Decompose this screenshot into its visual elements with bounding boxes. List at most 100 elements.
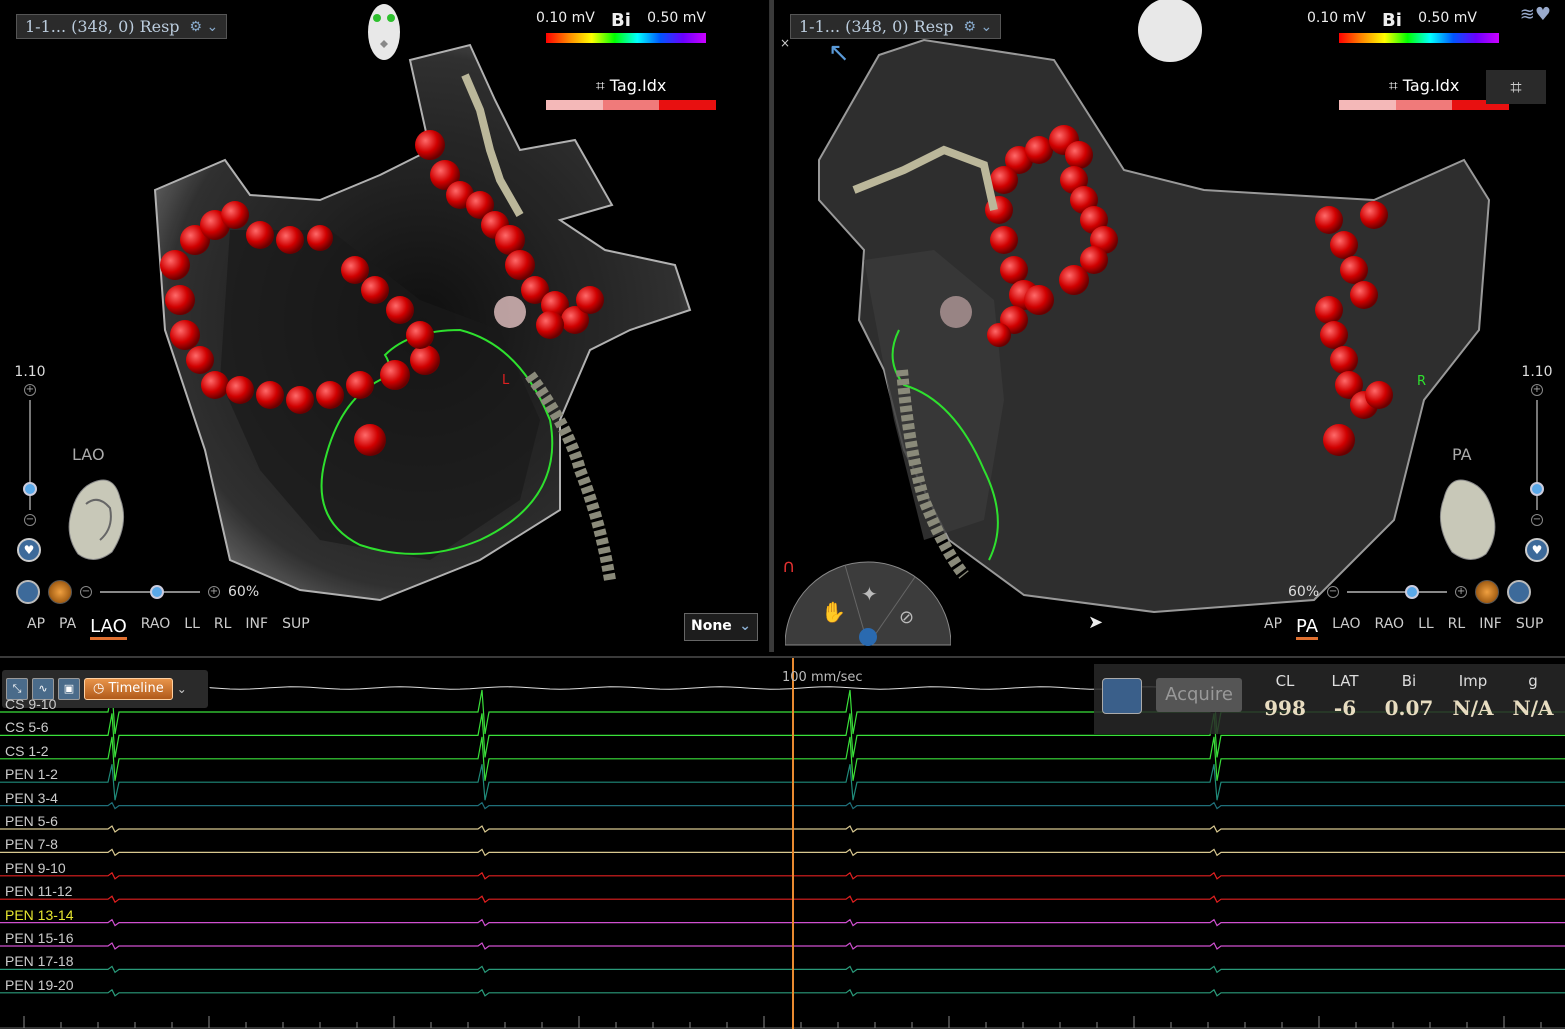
readout-lat: LAT -6 bbox=[1315, 672, 1375, 720]
view-btn-ap[interactable]: AP bbox=[1264, 616, 1282, 640]
filter-icon[interactable] bbox=[859, 628, 877, 646]
zoom-control[interactable]: 1.10 + − bbox=[10, 364, 50, 530]
timeline-button[interactable]: ◷ Timeline bbox=[84, 678, 173, 700]
compass-icon[interactable] bbox=[1102, 678, 1142, 714]
view-btn-lao[interactable]: LAO bbox=[1332, 616, 1360, 640]
coloring-select[interactable]: None ⌄ bbox=[684, 613, 758, 641]
patient-orientation-icon bbox=[1138, 0, 1202, 62]
heart-view-icon[interactable]: ♥ bbox=[17, 538, 41, 562]
zoom-slider-knob[interactable] bbox=[23, 482, 37, 496]
heart-view-icon[interactable]: ♥ bbox=[1525, 538, 1549, 562]
view-buttons[interactable]: AP PA LAO RAO LL RL INF SUP bbox=[1264, 616, 1543, 640]
chevron-down-icon: ⚙ ⌄ bbox=[189, 18, 219, 35]
channel-trace bbox=[0, 988, 1565, 997]
view-btn-pa[interactable]: PA bbox=[59, 616, 76, 640]
surface-mode-icon[interactable] bbox=[48, 580, 72, 604]
view-btn-rao[interactable]: RAO bbox=[141, 616, 171, 640]
erase-tool-icon[interactable]: ⊘ bbox=[899, 607, 914, 628]
opacity-control[interactable]: − + 60% bbox=[16, 580, 259, 604]
readout-cl-value: 998 bbox=[1264, 696, 1306, 720]
tool-wheel[interactable]: ✋ ✦ ⊘ bbox=[785, 557, 951, 647]
zoom-in-icon[interactable]: + bbox=[24, 384, 36, 396]
view-btn-sup[interactable]: SUP bbox=[1516, 616, 1544, 640]
zoom-out-icon[interactable]: − bbox=[24, 514, 36, 526]
ecg-panel[interactable]: ⤡ ∿ ▣ ◷ Timeline ⌄ 100 mm/sec CS 9-10 CS … bbox=[0, 656, 1565, 1029]
opacity-decrease-icon[interactable]: − bbox=[1327, 586, 1340, 598]
readout-imp-value: N/A bbox=[1452, 696, 1494, 720]
view-btn-sup[interactable]: SUP bbox=[282, 616, 310, 640]
channel-label[interactable]: PEN 19-20 bbox=[5, 977, 73, 993]
point-readout-panel[interactable]: Acquire CL 998 LAT -6 Bi 0.07 Imp N/A g N/A bbox=[1094, 664, 1565, 734]
channel-label[interactable]: PEN 13-14 bbox=[5, 907, 73, 923]
view-btn-ll[interactable]: LL bbox=[184, 616, 200, 640]
grid-tool-icon[interactable]: ⌗ bbox=[1486, 70, 1546, 104]
time-cursor[interactable] bbox=[792, 658, 794, 1029]
tag-index-legend[interactable]: ⌗ Tag.Idx bbox=[546, 76, 717, 110]
channel-label[interactable]: PEN 1-2 bbox=[5, 766, 58, 782]
view-btn-pa[interactable]: PA bbox=[1296, 616, 1319, 640]
compass-tool-icon[interactable] bbox=[16, 580, 40, 604]
view-btn-inf[interactable]: INF bbox=[1479, 616, 1502, 640]
channel-trace bbox=[0, 965, 1565, 974]
channel-label[interactable]: PEN 17-18 bbox=[5, 953, 73, 969]
opacity-slider-knob[interactable] bbox=[150, 585, 164, 599]
view-btn-ll[interactable]: LL bbox=[1418, 616, 1434, 640]
zoom-slider-knob[interactable] bbox=[1530, 482, 1544, 496]
opacity-control[interactable]: 60% − + bbox=[1288, 580, 1532, 604]
channel-label[interactable]: CS 1-2 bbox=[5, 743, 49, 759]
channel-label[interactable]: PEN 7-8 bbox=[5, 836, 58, 852]
settings-icon[interactable]: ≋♥ bbox=[1520, 4, 1551, 25]
zoom-control[interactable]: 1.10 + − bbox=[1517, 364, 1557, 530]
channel-label[interactable]: PEN 3-4 bbox=[5, 790, 58, 806]
compass-tool-icon[interactable] bbox=[1507, 580, 1532, 604]
channel-label[interactable]: PEN 5-6 bbox=[5, 813, 58, 829]
patient-orientation-icon bbox=[368, 4, 400, 60]
surface-mode-icon[interactable] bbox=[1475, 580, 1500, 604]
channel-label[interactable]: CS 5-6 bbox=[5, 719, 49, 735]
save-icon[interactable]: ▣ bbox=[58, 678, 80, 700]
scale-max-label: 0.50 mV bbox=[1418, 10, 1477, 26]
magic-wand-icon[interactable]: ✦ bbox=[861, 582, 878, 606]
acquire-button[interactable]: Acquire bbox=[1156, 678, 1242, 712]
zoom-slider[interactable] bbox=[1530, 400, 1544, 510]
opacity-slider[interactable] bbox=[1347, 585, 1448, 599]
view-btn-lao[interactable]: LAO bbox=[90, 616, 127, 640]
voltage-scale-bar[interactable]: 0.10 mV Bi 0.50 mV bbox=[1307, 10, 1499, 43]
orientation-label: LAO bbox=[72, 445, 105, 464]
voltage-scale-bar[interactable]: 0.10 mV Bi 0.50 mV bbox=[536, 10, 706, 43]
view-btn-ap[interactable]: AP bbox=[27, 616, 45, 640]
opacity-decrease-icon[interactable]: − bbox=[80, 586, 92, 598]
chevron-down-icon: ⚙ ⌄ bbox=[963, 18, 993, 35]
view-btn-rl[interactable]: RL bbox=[1448, 616, 1466, 640]
dataset-selector[interactable]: 1-1... (348, 0) Resp ⚙ ⌄ bbox=[16, 14, 228, 39]
view-btn-rao[interactable]: RAO bbox=[1375, 616, 1405, 640]
right-3d-view[interactable]: R × ↖ 1-1... (348, 0) Resp ⚙ ⌄ 0.10 mV B… bbox=[774, 0, 1565, 652]
opacity-increase-icon[interactable]: + bbox=[208, 586, 220, 598]
channel-trace bbox=[0, 918, 1565, 927]
chevron-down-icon[interactable]: ⌄ bbox=[177, 682, 187, 696]
view-btn-rl[interactable]: RL bbox=[214, 616, 232, 640]
channel-label[interactable]: PEN 15-16 bbox=[5, 930, 73, 946]
left-3d-view[interactable]: L 1-1... (348, 0) Resp ⚙ ⌄ 0.10 mV Bi 0.… bbox=[0, 0, 770, 652]
tag-icon: ⌗ bbox=[1388, 76, 1398, 95]
zoom-in-icon[interactable]: + bbox=[1531, 384, 1543, 396]
dataset-selector[interactable]: 1-1... (348, 0) Resp ⚙ ⌄ bbox=[790, 14, 1002, 39]
close-icon[interactable]: × bbox=[780, 36, 790, 50]
channel-label[interactable]: CS 9-10 bbox=[5, 696, 56, 712]
readout-cl: CL 998 bbox=[1255, 672, 1315, 720]
view-buttons[interactable]: AP PA LAO RAO LL RL INF SUP bbox=[27, 616, 310, 640]
tag-index-label: Tag.Idx bbox=[1402, 76, 1460, 95]
zoom-out-icon[interactable]: − bbox=[1531, 514, 1543, 526]
channel-label[interactable]: PEN 9-10 bbox=[5, 860, 66, 876]
channel-label[interactable]: PEN 11-12 bbox=[5, 883, 72, 899]
opacity-slider[interactable] bbox=[100, 585, 200, 599]
add-point-icon[interactable]: ✋ bbox=[821, 600, 846, 624]
tag-index-legend[interactable]: ⌗ Tag.Idx bbox=[1339, 76, 1510, 110]
scale-type-label: Bi bbox=[1382, 10, 1402, 31]
scale-type-label: Bi bbox=[611, 10, 631, 31]
opacity-increase-icon[interactable]: + bbox=[1455, 586, 1468, 598]
readout-cl-header: CL bbox=[1275, 672, 1295, 690]
view-btn-inf[interactable]: INF bbox=[245, 616, 268, 640]
opacity-slider-knob[interactable] bbox=[1405, 585, 1420, 599]
zoom-slider[interactable] bbox=[23, 400, 37, 510]
